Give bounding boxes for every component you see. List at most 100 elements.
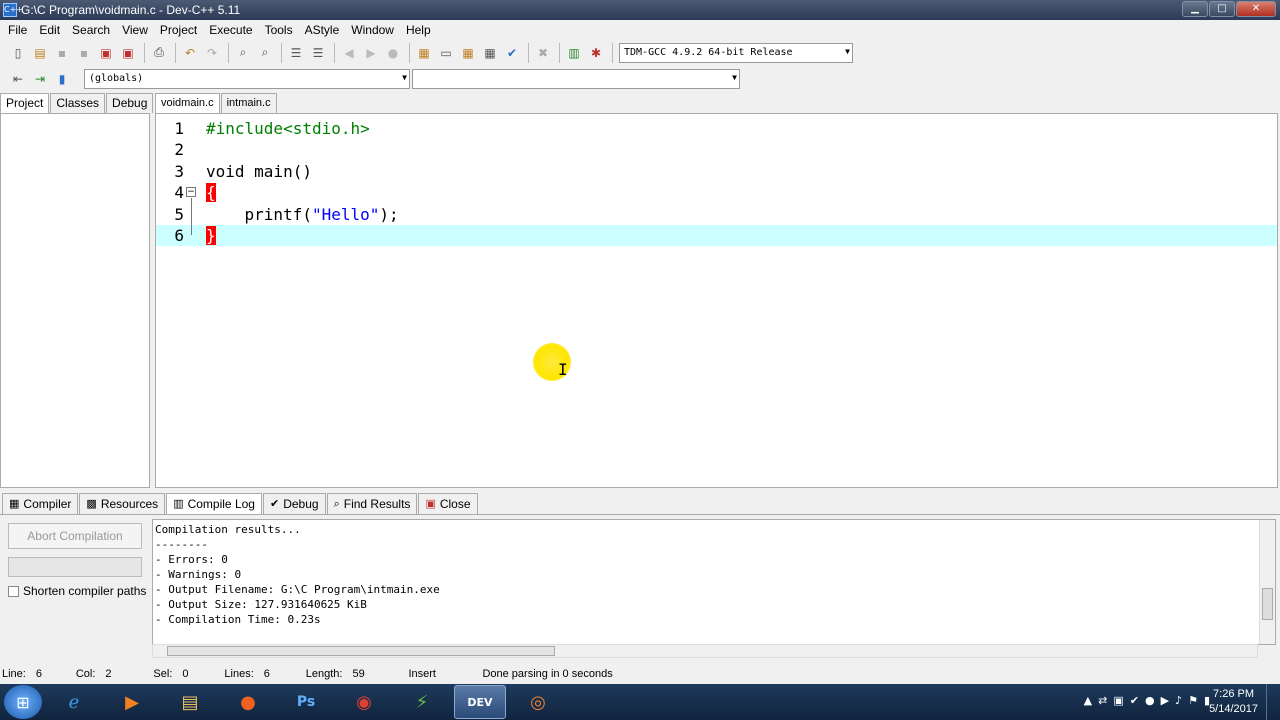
scope-select[interactable]: (globals) ▼ bbox=[84, 68, 410, 89]
indent-icon[interactable]: ☰ bbox=[286, 43, 306, 63]
tab-debug[interactable]: Debug bbox=[106, 93, 154, 113]
toolbar-separator bbox=[612, 42, 613, 63]
fold-collapse-icon[interactable]: − bbox=[186, 187, 196, 197]
line-number: 1 bbox=[174, 119, 184, 138]
compiler-select-value: TDM-GCC 4.9.2 64-bit Release bbox=[624, 47, 793, 58]
tray-app-icon[interactable]: ✔ bbox=[1130, 694, 1139, 707]
menu-view[interactable]: View bbox=[116, 23, 154, 37]
compile-log-text[interactable]: Compilation results... -------- - Errors: … bbox=[152, 519, 1276, 645]
log-line: - Errors: 0 bbox=[155, 553, 228, 566]
grid-icon: ▦ bbox=[9, 497, 20, 510]
tab-voidmain[interactable]: voidmain.c bbox=[155, 93, 220, 114]
menu-help[interactable]: Help bbox=[400, 23, 437, 37]
close-icon: ▣ bbox=[425, 497, 436, 510]
menu-file[interactable]: File bbox=[2, 23, 33, 37]
toolbar-separator bbox=[559, 42, 560, 63]
grid-icon[interactable]: ▦ bbox=[480, 43, 500, 63]
main-toolbar: ▯ ▤ ▪ ▪ ▣ ▣ ⎙ ↶ ↷ ⌕ ⌕ ☰ ☰ ◀ ▶ ● ▦ ▭ ▦ ▦ … bbox=[0, 40, 1280, 65]
flag-icon[interactable]: ⚑ bbox=[1188, 694, 1198, 707]
menu-window[interactable]: Window bbox=[345, 23, 400, 37]
unindent-icon[interactable]: ☰ bbox=[308, 43, 328, 63]
close-button[interactable]: ✕ bbox=[1236, 1, 1276, 17]
brace-highlight: { bbox=[206, 183, 216, 202]
undo-icon[interactable]: ↶ bbox=[180, 43, 200, 63]
save-all-icon[interactable]: ▪ bbox=[74, 43, 94, 63]
tab-compile-log[interactable]: ▥ Compile Log bbox=[166, 493, 262, 514]
tab-label: Compiler bbox=[23, 497, 72, 511]
close-all-icon[interactable]: ▣ bbox=[118, 43, 138, 63]
volume-icon[interactable]: ♪ bbox=[1175, 694, 1182, 707]
project-icon[interactable]: ▦ bbox=[414, 43, 434, 63]
tray-app-icon[interactable]: ● bbox=[1145, 694, 1155, 707]
forward-icon[interactable]: ▶ bbox=[361, 43, 381, 63]
media-icon[interactable]: ▶ bbox=[106, 685, 158, 719]
shorten-paths-checkbox[interactable]: Shorten compiler paths bbox=[8, 584, 146, 598]
scope-select-value: (globals) bbox=[89, 73, 144, 84]
debug-icon[interactable]: ✱ bbox=[586, 43, 606, 63]
bookmark-icon[interactable]: ● bbox=[383, 43, 403, 63]
function-select[interactable]: ▼ bbox=[412, 68, 740, 89]
minimize-button[interactable]: ▁ bbox=[1182, 1, 1208, 17]
replace-icon[interactable]: ⌕ bbox=[255, 43, 275, 63]
find-icon[interactable]: ⌕ bbox=[233, 43, 253, 63]
network-icon[interactable]: ⇄ bbox=[1098, 694, 1107, 707]
menu-tools[interactable]: Tools bbox=[259, 23, 299, 37]
chrome-icon[interactable]: ◉ bbox=[338, 685, 390, 719]
tab-project[interactable]: Project bbox=[0, 93, 50, 114]
tray-app-icon[interactable]: ▣ bbox=[1113, 694, 1123, 707]
layout-icon[interactable]: ▦ bbox=[458, 43, 478, 63]
open-file-icon[interactable]: ▤ bbox=[30, 43, 50, 63]
scrollbar-thumb[interactable] bbox=[167, 646, 555, 656]
back-icon[interactable]: ◀ bbox=[339, 43, 359, 63]
current-line: 6 } bbox=[156, 225, 1277, 246]
compiler-select[interactable]: TDM-GCC 4.9.2 64-bit Release ▼ bbox=[619, 42, 853, 63]
tab-close[interactable]: ▣ Close bbox=[418, 493, 478, 514]
explorer-icon[interactable]: ▤ bbox=[164, 685, 216, 719]
tray-expand-icon[interactable]: ▲ bbox=[1084, 694, 1092, 707]
firefox-icon[interactable]: ● bbox=[222, 685, 274, 719]
tab-compiler[interactable]: ▦ Compiler bbox=[2, 493, 79, 514]
chart-icon[interactable]: ▥ bbox=[564, 43, 584, 63]
print-icon[interactable]: ⎙ bbox=[149, 43, 169, 63]
save-icon[interactable]: ▪ bbox=[52, 43, 72, 63]
tray-app-icon[interactable]: ▶ bbox=[1161, 694, 1169, 707]
title-bar: C++ G:\C Program\voidmain.c - Dev-C++ 5.… bbox=[0, 0, 1280, 20]
vertical-scrollbar[interactable] bbox=[1259, 520, 1275, 644]
checkbox-box[interactable] bbox=[8, 585, 19, 597]
start-button[interactable]: ⊞ bbox=[4, 685, 42, 719]
insert-icon[interactable]: ⇥ bbox=[30, 69, 50, 89]
scrollbar-thumb[interactable] bbox=[1262, 588, 1273, 620]
taskbar-clock[interactable]: 7:26 PM 5/14/2017 bbox=[1209, 687, 1258, 717]
photoshop-icon[interactable]: Ps bbox=[280, 685, 332, 719]
code-editor[interactable]: 1 #include<stdio.h> 2 3 void main() 4 − … bbox=[155, 113, 1278, 488]
goto-icon[interactable]: ⇤ bbox=[8, 69, 28, 89]
log-line: - Output Filename: G:\C Program\intmain.… bbox=[155, 583, 440, 596]
toggle-icon[interactable]: ▮ bbox=[52, 69, 72, 89]
tab-debug-bottom[interactable]: ✔ Debug bbox=[262, 493, 326, 514]
horizontal-scrollbar[interactable] bbox=[152, 644, 1258, 658]
maximize-button[interactable]: □ bbox=[1209, 1, 1235, 17]
new-file-icon[interactable]: ▯ bbox=[8, 43, 28, 63]
tab-find-results[interactable]: ⌕ Find Results bbox=[326, 493, 418, 514]
redo-icon[interactable]: ↷ bbox=[202, 43, 222, 63]
tab-classes[interactable]: Classes bbox=[50, 93, 106, 113]
show-desktop-button[interactable] bbox=[1266, 684, 1280, 720]
devcpp-icon[interactable]: DEV bbox=[454, 685, 506, 719]
bottom-tabs: ▦ Compiler ▩ Resources ▥ Compile Log ✔ Debug… bbox=[0, 493, 479, 514]
abort-compilation-button[interactable]: Abort Compilation bbox=[8, 523, 142, 549]
ie-icon[interactable]: ℯ bbox=[48, 685, 100, 719]
menu-project[interactable]: Project bbox=[154, 23, 203, 37]
window-icon[interactable]: ▭ bbox=[436, 43, 456, 63]
menu-execute[interactable]: Execute bbox=[203, 23, 258, 37]
close-file-icon[interactable]: ▣ bbox=[96, 43, 116, 63]
winamp-icon[interactable]: ⚡ bbox=[396, 685, 448, 719]
menu-edit[interactable]: Edit bbox=[33, 23, 66, 37]
tab-label: Find Results bbox=[343, 497, 411, 511]
tab-resources[interactable]: ▩ Resources bbox=[79, 493, 166, 514]
tab-intmain[interactable]: intmain.c bbox=[220, 93, 277, 113]
menu-search[interactable]: Search bbox=[66, 23, 116, 37]
check-icon[interactable]: ✔ bbox=[502, 43, 522, 63]
recorder-icon[interactable]: ◎ bbox=[512, 685, 564, 719]
stop-icon[interactable]: ✖ bbox=[533, 43, 553, 63]
menu-astyle[interactable]: AStyle bbox=[299, 23, 346, 37]
